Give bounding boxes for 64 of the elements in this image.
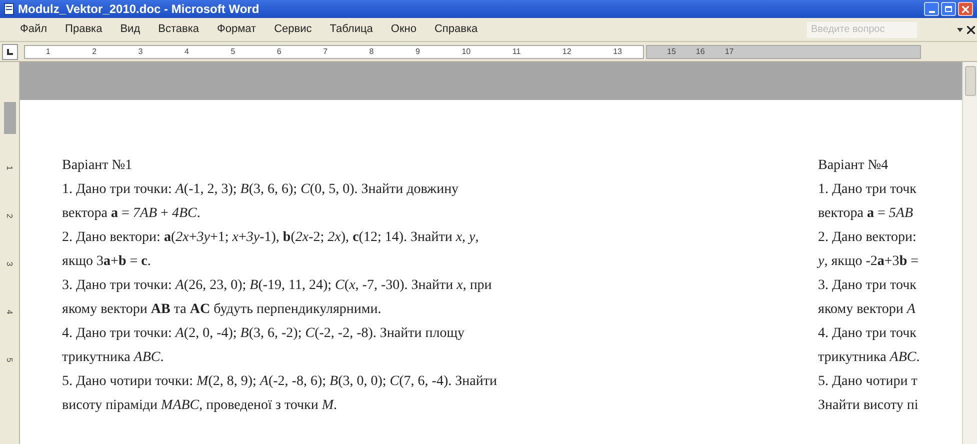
help-search-field[interactable]: Введите вопрос [807, 22, 917, 38]
ruler-number: 10 [462, 46, 471, 58]
tab-stop-selector[interactable] [2, 44, 18, 60]
menu-item[interactable]: Справка [434, 21, 478, 38]
ruler-number: 6 [276, 46, 282, 58]
ruler-number: 2 [92, 46, 97, 58]
menu-item[interactable]: Файл [20, 21, 48, 38]
menu-item[interactable]: Формат [217, 21, 256, 38]
ruler-number: 8 [369, 46, 374, 58]
document-text-line: вектора a = 7AB + 4BC. [62, 205, 200, 223]
ruler-number: 11 [512, 46, 521, 58]
minimize-button[interactable] [924, 2, 939, 16]
ruler-number: 4 [4, 310, 16, 314]
window-title: Modulz_Vektor_2010.doc - Microsoft Word [18, 3, 260, 15]
ruler-number: 3 [138, 46, 143, 58]
ruler-number: 7 [323, 46, 328, 58]
ruler-number: 17 [724, 46, 734, 58]
close-button[interactable] [958, 2, 973, 16]
document-text-line: Варіант №4 [818, 157, 888, 175]
document-icon [4, 3, 14, 15]
menu-item[interactable]: Вставка [158, 21, 200, 38]
document-text-line: Варіант №1 [62, 157, 132, 175]
menu-item[interactable]: Вид [120, 21, 140, 38]
document-text-line: вектора a = 5AB [818, 205, 914, 223]
document-text-line: 2. Дано вектори: a(2x+3y+1; x+3y-1), b(2x-2; 2x), c(12; 14). Знайти x, y, [62, 229, 479, 247]
ruler-number: 5 [230, 46, 236, 58]
ruler-number: 16 [696, 46, 705, 58]
ruler-margin-marker [4, 102, 16, 134]
ruler-number: 9 [416, 46, 420, 58]
menu-item[interactable]: Окно [390, 21, 416, 38]
document-text-line: трикутника ABC. [62, 349, 164, 367]
document-text-line: Знайти висоту пі [818, 397, 918, 415]
document-text-line: 2. Дано вектори: [818, 229, 916, 247]
ruler-number: 3 [4, 262, 16, 266]
document-text-line: висоту піраміди MABC, проведеної з точки M. [62, 397, 338, 415]
document-text-line: 1. Дано три точки: A(-1, 2, 3); B(3, 6, 6); C(0, 5, 0). Знайти довжину [62, 181, 459, 199]
menu-item[interactable]: Правка [65, 21, 102, 38]
document-text-line: трикутника ABC. [818, 349, 920, 367]
document-text-line: якщо 3a+b = c. [62, 253, 151, 271]
menu-item[interactable]: Сервис [274, 21, 312, 38]
ruler-number: 5 [4, 358, 16, 362]
document-text-line: якому вектори A [818, 301, 916, 319]
document-text-line: якому вектори AB та AC будуть перпендикулярними. [62, 301, 382, 319]
vertical-scrollbar[interactable] [962, 62, 977, 444]
menu-item[interactable]: Таблица [330, 21, 373, 38]
ruler-number: 4 [184, 46, 189, 58]
ruler-number: 1 [4, 166, 16, 170]
ruler-number: 13 [613, 46, 622, 58]
close-icon[interactable] [967, 26, 975, 34]
document-text-line: 1. Дано три точк [818, 181, 916, 199]
dropdown-arrow-icon[interactable] [957, 28, 963, 32]
document-text-line: 3. Дано три точки: A(26, 23, 0); B(-19, 11, 24); C(x, -7, -30). Знайти x, при [62, 277, 492, 295]
ruler-number: 12 [562, 46, 572, 58]
maximize-button[interactable] [941, 2, 956, 16]
document-text-line: 3. Дано три точк [818, 277, 916, 295]
ruler-number: 2 [4, 214, 16, 218]
document-text-line: 5. Дано чотири т [818, 373, 918, 391]
ruler-number: 15 [667, 46, 676, 58]
ruler-number: 1 [46, 46, 50, 58]
document-text-line: 4. Дано три точк [818, 325, 916, 343]
close-icon [962, 6, 969, 12]
document-text-line: 5. Дано чотири точки: M(2, 8, 9); A(-2, -8, 6); B(3, 0, 0); C(7, 6, -4). Знайти [62, 373, 497, 391]
document-text-line: y, якщо -2a+3b = [818, 253, 919, 271]
document-text-line: 4. Дано три точки: A(2, 0, -4); B(3, 6, -2); C(-2, -2, -8). Знайти площу [62, 325, 464, 343]
